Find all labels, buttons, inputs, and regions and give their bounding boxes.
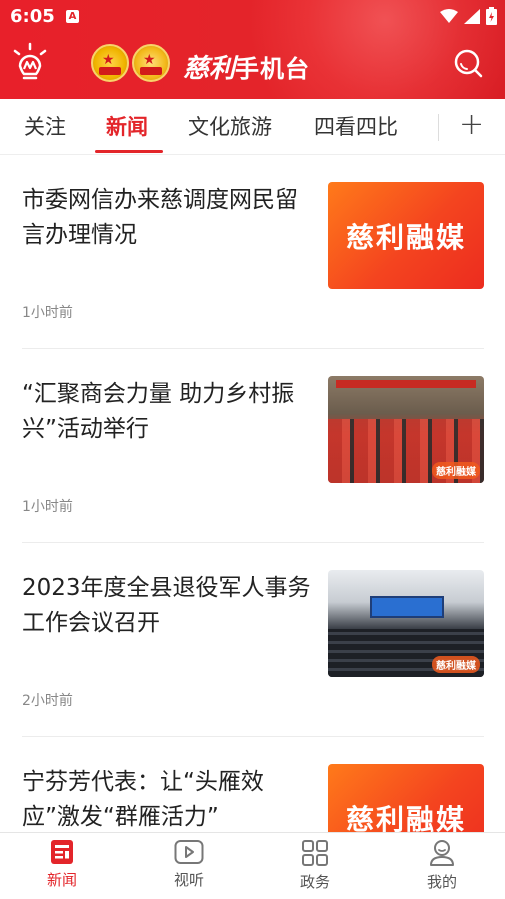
news-thumbnail: 慈利融媒: [328, 570, 484, 677]
news-thumbnail: 慈利融媒: [328, 182, 484, 289]
news-title: “汇聚商会力量 助力乡村振兴”活动举行: [22, 381, 295, 442]
nav-label: 我的: [426, 873, 457, 891]
divider: [22, 736, 484, 737]
emblem-band: [99, 67, 121, 75]
status-time: 6:05: [10, 6, 55, 27]
news-time: 2小时前: [22, 693, 73, 709]
notification-icon: A: [66, 10, 79, 23]
tab-news[interactable]: 新闻: [106, 111, 148, 141]
divider: [22, 542, 484, 543]
bottom-navigation: 新闻 视听 政务 我的: [0, 832, 505, 899]
lightbulb-icon[interactable]: [10, 42, 50, 86]
news-thumbnail: 慈利融媒: [328, 376, 484, 483]
news-title: 2023年度全县退役军人事务工作会议召开: [22, 575, 311, 636]
category-tabs: 关注 新闻 文化旅游 四看四比 +: [0, 99, 505, 155]
nav-video[interactable]: 视听: [149, 839, 229, 890]
news-time: 1小时前: [22, 305, 73, 321]
app-brand: 慈利手机台: [183, 48, 310, 85]
grid-icon: [302, 840, 328, 866]
tab-follow[interactable]: 关注: [24, 111, 66, 141]
thumbnail-logo: 慈利融媒: [432, 462, 480, 479]
battery-icon: [486, 7, 497, 25]
status-right: [440, 7, 497, 25]
app-header: 6:05 A ★ ★ 慈利手机台: [0, 0, 505, 99]
national-emblem-icon: ★: [91, 44, 129, 82]
photo-banner: [336, 380, 476, 388]
news-time: 1小时前: [22, 499, 73, 515]
star-icon: ★: [143, 52, 156, 68]
wifi-icon: [440, 8, 458, 23]
user-icon: [430, 840, 454, 866]
header-row: ★ ★ 慈利手机台: [0, 38, 505, 94]
tab-four-look[interactable]: 四看四比: [314, 111, 398, 141]
divider: [22, 348, 484, 349]
photo-screen: [370, 596, 444, 618]
news-title: 市委网信办来慈调度网民留言办理情况: [22, 187, 298, 248]
star-icon: ★: [102, 52, 115, 68]
emblem-band: [140, 67, 162, 75]
nav-label: 新闻: [46, 871, 77, 889]
search-icon[interactable]: [453, 48, 483, 78]
tab-separator: [438, 114, 439, 141]
thumbnail-logo: 慈利融媒: [432, 656, 480, 673]
nav-profile[interactable]: 我的: [402, 839, 482, 892]
news-icon: [51, 840, 73, 864]
brand-suffix: 手机台: [235, 55, 311, 83]
nav-label: 政务: [299, 873, 330, 891]
play-video-icon: [174, 840, 204, 864]
nav-label: 视听: [173, 871, 204, 889]
tab-culture-tourism[interactable]: 文化旅游: [188, 111, 272, 141]
nav-government[interactable]: 政务: [275, 839, 355, 892]
nav-news[interactable]: 新闻: [22, 839, 102, 890]
add-tab-icon[interactable]: +: [459, 107, 484, 142]
signal-icon: [464, 8, 480, 24]
cppcc-emblem-icon: ★: [132, 44, 170, 82]
status-bar: 6:05 A: [0, 0, 505, 32]
thumbnail-brand-text: 慈利融媒: [345, 220, 466, 254]
news-title: 宁芬芳代表：让“头雁效应”激发“群雁活力”: [22, 769, 264, 830]
active-tab-indicator: [95, 150, 163, 153]
brand-script: 慈利: [183, 54, 236, 84]
